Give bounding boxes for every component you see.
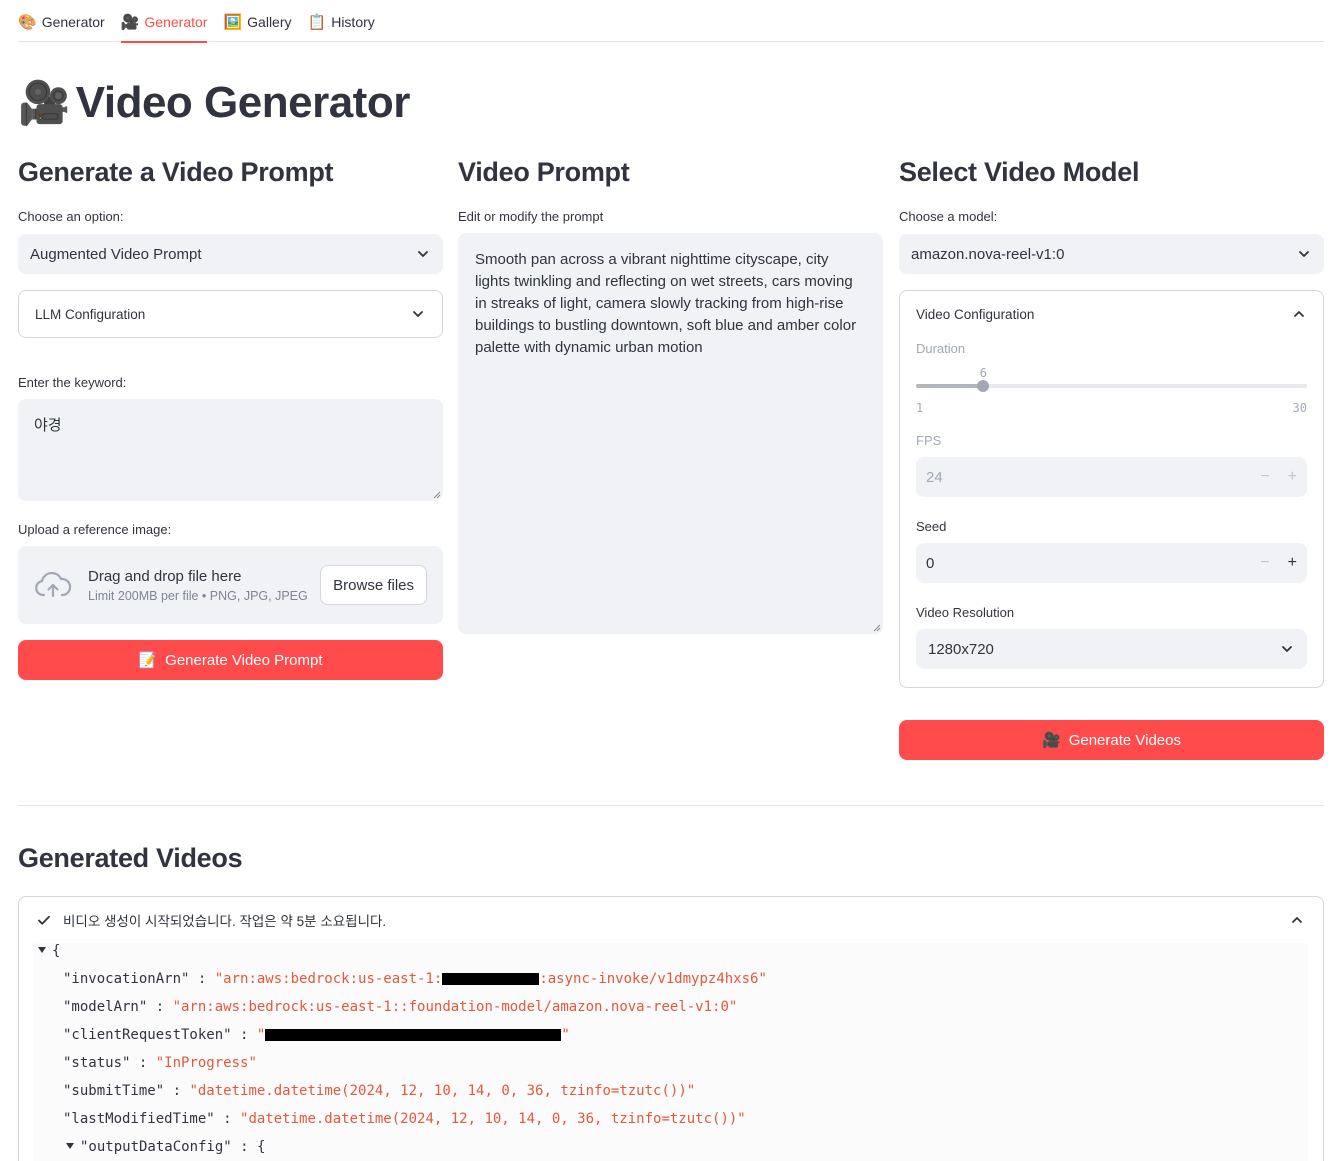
palette-icon: 🎨 — [18, 13, 37, 31]
llm-config-title: LLM Configuration — [35, 306, 146, 322]
generate-video-prompt-button[interactable]: 📝 Generate Video Prompt — [18, 640, 443, 680]
prompt-generator-column: Generate a Video Prompt Choose an option… — [18, 150, 443, 680]
redaction-bar — [265, 1029, 562, 1041]
picture-icon: 🖼️ — [223, 13, 243, 31]
generated-videos-heading: Generated Videos — [18, 843, 243, 873]
chevron-down-icon — [413, 311, 423, 317]
tab-label: Gallery — [247, 14, 292, 30]
upload-instructions: Drag and drop file here — [88, 567, 242, 585]
video-config-header[interactable]: Video Configuration — [900, 291, 1323, 337]
generate-videos-label: Generate Videos — [1068, 731, 1181, 749]
model-select-value: amazon.nova-reel-v1:0 — [911, 245, 1065, 263]
video-camera-icon: 🎥 — [1042, 732, 1061, 749]
model-select[interactable]: amazon.nova-reel-v1:0 — [899, 234, 1324, 274]
json-row-model-arn: "modelArn" : "arn:aws:bedrock:us-east-1:… — [63, 999, 738, 1015]
tab-history[interactable]: 📋 History — [308, 0, 375, 42]
collapse-caret-icon[interactable] — [38, 947, 46, 953]
option-select[interactable]: Augmented Video Prompt — [18, 234, 443, 274]
duration-min: 1 — [916, 401, 924, 415]
chevron-up-icon — [1292, 917, 1302, 923]
keyword-input-value: 야경 — [34, 417, 62, 434]
duration-track[interactable] — [916, 380, 1307, 392]
seed-input[interactable]: 0 − + — [916, 543, 1307, 583]
model-heading: Select Video Model — [899, 157, 1140, 187]
json-row-invocation-arn: "invocationArn" : "arn:aws:bedrock:us-ea… — [63, 971, 767, 987]
keyword-label: Enter the keyword: — [18, 375, 127, 390]
json-row-output-data-config: "outputDataConfig" : { — [66, 1135, 265, 1159]
duration-label: Duration — [916, 341, 966, 356]
fps-label: FPS — [916, 433, 942, 448]
video-camera-icon: 🎥 — [18, 78, 70, 126]
resolution-value: 1280x720 — [928, 640, 994, 658]
generate-video-prompt-label: Generate Video Prompt — [165, 651, 323, 669]
video-prompt-heading: Video Prompt — [458, 157, 630, 187]
json-row-submit-time: "submitTime" : "datetime.datetime(2024, … — [63, 1083, 696, 1099]
json-root: { — [38, 939, 60, 963]
collapse-caret-icon[interactable] — [66, 1143, 74, 1149]
keyword-input[interactable]: 야경 — [18, 399, 443, 501]
tab-label: Generator — [144, 14, 208, 30]
tab-gallery[interactable]: 🖼️ Gallery — [223, 0, 291, 42]
model-column: Select Video Model Choose a model: amazo… — [899, 150, 1324, 760]
resize-handle-icon[interactable] — [873, 624, 881, 632]
check-icon — [38, 915, 50, 925]
duration-max: 30 — [1292, 401, 1307, 415]
status-expander: 비디오 생성이 시작되었습니다. 작업은 약 5분 소요됩니다. { "invo… — [18, 896, 1324, 1161]
video-prompt-label: Edit or modify the prompt — [458, 209, 604, 224]
json-row-status: "status" : "InProgress" — [63, 1055, 257, 1071]
seed-label: Seed — [916, 519, 947, 534]
video-config-title: Video Configuration — [916, 306, 1035, 322]
browse-files-button[interactable]: Browse files — [320, 565, 427, 605]
minus-icon[interactable]: − — [1260, 554, 1269, 572]
generate-videos-button[interactable]: 🎥 Generate Videos — [899, 720, 1324, 760]
minus-icon: − — [1260, 468, 1270, 485]
page-title: 🎥 Video Generator — [18, 78, 410, 128]
fps-input: 24 − + — [916, 457, 1307, 497]
tab-generator-image[interactable]: 🎨 Generator — [18, 0, 105, 42]
tab-bar: 🎨 Generator 🎥 Generator 🖼️ Gallery 📋 His… — [18, 0, 1324, 43]
json-viewer: { "invocationArn" : "arn:aws:bedrock:us-… — [34, 943, 1308, 1161]
plus-icon: + — [1287, 468, 1297, 485]
resolution-select[interactable]: 1280x720 — [916, 629, 1307, 669]
resize-handle-icon[interactable] — [433, 491, 441, 499]
duration-thumb[interactable] — [977, 380, 990, 392]
plus-icon[interactable]: + — [1288, 554, 1297, 572]
seed-value: 0 — [926, 554, 935, 572]
video-prompt-column: Video Prompt Edit or modify the prompt S… — [458, 150, 883, 634]
chevron-down-icon — [418, 251, 428, 257]
prompt-generator-heading: Generate a Video Prompt — [18, 157, 334, 187]
status-message: 비디오 생성이 시작되었습니다. 작업은 약 5분 소요됩니다. — [63, 914, 387, 929]
model-label: Choose a model: — [899, 209, 998, 224]
llm-config-expander[interactable]: LLM Configuration — [18, 290, 443, 338]
duration-value: 6 — [979, 366, 988, 380]
clipboard-icon: 📋 — [307, 13, 327, 31]
video-config-expander: Video Configuration Duration 6 1 30 FPS … — [899, 290, 1324, 688]
fps-value: 24 — [926, 468, 943, 486]
video-prompt-text: Smooth pan across a vibrant nighttime ci… — [475, 251, 857, 356]
file-uploader[interactable]: Drag and drop file here Limit 200MB per … — [18, 546, 443, 624]
duration-fill — [916, 384, 984, 388]
option-label: Choose an option: — [18, 209, 124, 224]
chevron-down-icon — [1299, 251, 1309, 257]
divider — [18, 805, 1324, 806]
upload-label: Upload a reference image: — [18, 522, 172, 537]
video-camera-icon: 🎥 — [120, 13, 140, 31]
redaction-bar — [442, 973, 540, 985]
upload-limits: Limit 200MB per file • PNG, JPG, JPEG — [88, 588, 308, 603]
resolution-label: Video Resolution — [916, 605, 1015, 620]
json-row-client-request-token: "clientRequestToken" : " " — [63, 1027, 570, 1043]
page-title-text: Video Generator — [75, 78, 411, 127]
chevron-down-icon — [1282, 646, 1292, 652]
video-prompt-textarea[interactable]: Smooth pan across a vibrant nighttime ci… — [458, 233, 883, 634]
memo-icon: 📝 — [138, 652, 158, 669]
tab-generator-video[interactable]: 🎥 Generator — [120, 0, 208, 43]
tab-label: Generator — [41, 14, 105, 30]
tab-label: History — [331, 14, 375, 30]
option-select-value: Augmented Video Prompt — [30, 245, 202, 263]
json-row-last-modified-time: "lastModifiedTime" : "datetime.datetime(… — [63, 1111, 746, 1127]
chevron-up-icon — [1294, 311, 1304, 317]
cloud-upload-icon — [35, 571, 72, 598]
status-header[interactable]: 비디오 생성이 시작되었습니다. 작업은 약 5분 소요됩니다. — [19, 897, 1323, 943]
duration-slider[interactable]: Duration 6 1 30 — [916, 341, 1307, 415]
